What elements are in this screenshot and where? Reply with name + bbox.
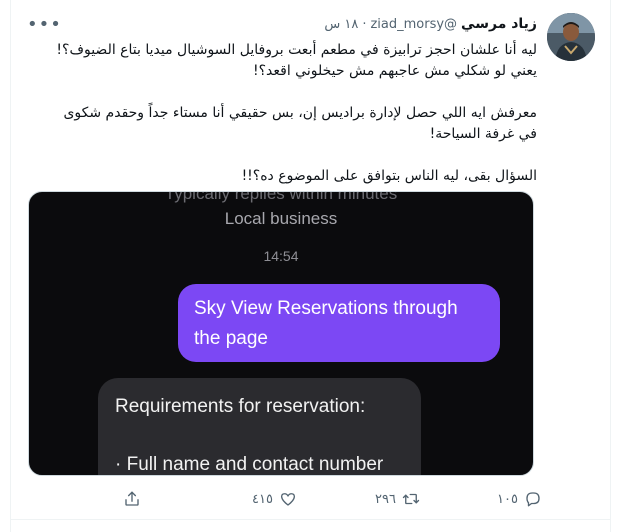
share-icon (125, 491, 139, 506)
separator-dot: · (362, 16, 367, 32)
retweet-icon (402, 493, 420, 505)
incoming-message-bubble: Requirements for reservation: · Full nam… (98, 378, 421, 475)
retweet-button[interactable]: ٢٩٦ (375, 487, 420, 511)
reply-button[interactable]: ١٠٥ (497, 487, 542, 511)
tweet-actions: ١٠٥ ٢٩٦ ٤١٥ (102, 487, 542, 511)
tweet-header: زياد مرسي @ziad_morsy · ١٨ س (27, 14, 537, 34)
reply-icon (526, 492, 540, 507)
like-button[interactable]: ٤١٥ (252, 487, 297, 511)
tweet-text: ليه أنا علشان احجز ترابيزة في مطعم أبعت … (27, 40, 537, 187)
avatar-image (547, 13, 595, 61)
chat-timestamp: 14:54 (263, 248, 299, 264)
outgoing-message-bubble: Sky View Reservations through the page (178, 284, 500, 362)
tweet[interactable]: زياد مرسي @ziad_morsy · ١٨ س ••• ليه أنا… (11, 0, 610, 519)
timeline-border-right (610, 0, 611, 532)
display-name[interactable]: زياد مرسي (461, 16, 537, 32)
tweet-paragraph: ليه أنا علشان احجز ترابيزة في مطعم أبعت … (56, 42, 537, 79)
chat-status-line: Typically replies within minutes (164, 191, 398, 203)
user-handle[interactable]: @ziad_morsy (370, 17, 457, 32)
tweet-divider (10, 519, 611, 520)
more-dots-icon[interactable]: ••• (27, 14, 62, 35)
heart-icon (280, 493, 296, 506)
chat-subtitle: Local business (224, 209, 338, 228)
timestamp[interactable]: ١٨ س (324, 17, 358, 32)
tweet-paragraph: السؤال بقى، ليه الناس بتوافق على الموضوع… (241, 168, 537, 184)
reply-count: ١٠٥ (497, 491, 518, 507)
incoming-message-item: · Full name and contact number (115, 454, 384, 475)
avatar[interactable] (547, 13, 595, 61)
tweet-paragraph: معرفش ايه اللي حصل لإدارة براديس إن، بس … (63, 105, 537, 142)
incoming-message-heading: Requirements for reservation: (115, 396, 366, 417)
share-button[interactable] (123, 487, 141, 511)
like-count: ٤١٥ (252, 491, 273, 507)
retweet-count: ٢٩٦ (375, 491, 396, 507)
attached-screenshot[interactable]: Typically replies within minutes Local b… (28, 191, 534, 476)
